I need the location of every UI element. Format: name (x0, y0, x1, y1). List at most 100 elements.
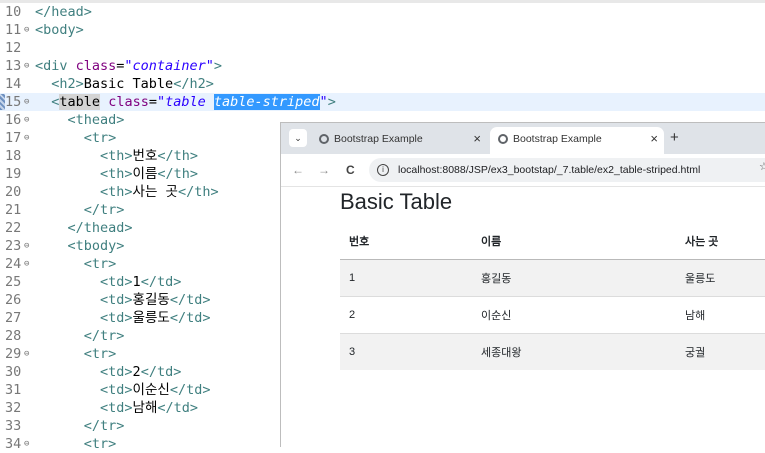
line-number: 26 (5, 292, 22, 308)
striped-table: 번호 이름 사는 곳 1 홍길동 울릉도 2 이순신 남해 3 세종대왕 궁궐 (340, 223, 765, 370)
code-text: <tbody> (35, 237, 125, 255)
code-token: <th> (100, 184, 133, 200)
tab-search-button[interactable]: ⌄ (289, 129, 307, 147)
line-number: 22 (5, 220, 22, 236)
column-header: 이름 (472, 223, 676, 260)
code-token: > (327, 94, 336, 110)
tab-title: Bootstrap Example (513, 133, 602, 145)
tab-bootstrap-example-2[interactable]: Bootstrap Example × (490, 127, 664, 154)
code-token: </th> (177, 184, 219, 200)
code-token: <td> (100, 292, 133, 308)
code-line[interactable]: 14 <h2>Basic Table</h2> (0, 75, 765, 93)
fold-toggle-icon[interactable]: ⊖ (24, 21, 29, 39)
code-token: </head> (35, 4, 92, 20)
code-text: <tr> (35, 345, 117, 363)
table-cell: 2 (340, 296, 472, 334)
table-cell: 이순신 (472, 296, 676, 334)
code-token: = (148, 94, 157, 110)
code-text: <td>홍길동</td> (35, 291, 210, 309)
code-token: " (319, 94, 328, 110)
code-token: <td> (100, 310, 133, 326)
code-token: "container" (124, 58, 214, 74)
tab-title: Bootstrap Example (334, 133, 423, 145)
code-text: <td>2</td> (35, 363, 181, 381)
line-number: 31 (5, 382, 22, 398)
code-token: <th> (100, 166, 133, 182)
fold-toggle-icon[interactable]: ⊖ (24, 111, 29, 129)
code-token: table-striped (213, 94, 320, 110)
code-token: class (75, 58, 117, 74)
code-text: <td>이순신</td> (35, 381, 210, 399)
table-row: 1 홍길동 울릉도 (340, 259, 765, 297)
code-token: 이름 (132, 166, 158, 182)
close-tab-button[interactable]: × (473, 131, 481, 146)
code-token: <thead> (67, 112, 125, 128)
fold-toggle-icon[interactable]: ⊖ (24, 57, 29, 75)
code-text: <tr> (35, 435, 117, 453)
code-text: <thead> (35, 111, 125, 129)
tab-bootstrap-example-1[interactable]: Bootstrap Example × (311, 127, 487, 154)
code-token: 1 (132, 274, 141, 290)
code-line[interactable]: 11 ⊖ <body> (0, 21, 765, 39)
code-line[interactable]: 10 </head> (0, 3, 765, 21)
code-token: > (213, 58, 222, 74)
table-cell: 울릉도 (676, 259, 765, 297)
column-header: 사는 곳 (676, 223, 765, 260)
code-text: </head> (35, 3, 92, 21)
code-line[interactable]: 13 ⊖ <div class="container"> (0, 57, 765, 75)
code-token: <tr> (83, 256, 117, 272)
fold-toggle-icon[interactable]: ⊖ (24, 93, 29, 111)
close-tab-button[interactable]: × (650, 131, 658, 146)
code-text: <td>1</td> (35, 273, 181, 291)
code-text: <tr> (35, 129, 117, 147)
table-row: 3 세종대왕 궁궐 (340, 333, 765, 370)
code-line[interactable]: 12 (0, 39, 765, 57)
line-number: 25 (5, 274, 22, 290)
fold-toggle-icon[interactable]: ⊖ (24, 435, 29, 453)
code-token: 홍길동 (132, 292, 170, 308)
code-text: </thead> (35, 219, 133, 237)
fold-toggle-icon[interactable]: ⊖ (24, 237, 29, 255)
line-number: 14 (5, 76, 22, 92)
line-number: 30 (5, 364, 22, 380)
line-number: 33 (5, 418, 22, 434)
fold-toggle-icon[interactable]: ⊖ (24, 345, 29, 363)
code-token: <td> (100, 382, 133, 398)
line-number: 32 (5, 400, 22, 416)
code-token: 남해 (132, 400, 158, 416)
code-token: </th> (157, 166, 199, 182)
line-number: 12 (5, 40, 22, 56)
line-number: 20 (5, 184, 22, 200)
back-button[interactable]: ← (292, 162, 304, 178)
code-token: Basic Table (83, 76, 174, 92)
table-row: 2 이순신 남해 (340, 296, 765, 334)
reload-button[interactable]: C (346, 162, 355, 178)
address-bar[interactable]: i localhost:8088/JSP/ex3_bootstap/_7.tab… (369, 158, 765, 182)
bookmark-star-icon[interactable]: ☆ (759, 160, 765, 173)
table-header-row: 번호 이름 사는 곳 (340, 223, 765, 260)
line-number: 19 (5, 166, 22, 182)
table-cell: 홍길동 (472, 259, 676, 297)
code-line[interactable]: 15 ⊖ <table class="table table-striped"> (0, 93, 765, 111)
fold-toggle-icon[interactable]: ⊖ (24, 129, 29, 147)
new-tab-button[interactable]: + (670, 129, 679, 147)
info-icon[interactable]: i (377, 164, 389, 176)
code-text: </tr> (35, 327, 125, 345)
url-text[interactable]: localhost:8088/JSP/ex3_bootstap/_7.table… (398, 163, 700, 177)
forward-button[interactable]: → (318, 162, 330, 178)
fold-toggle-icon[interactable]: ⊖ (24, 255, 29, 273)
code-token: </tr> (83, 418, 125, 434)
table-cell: 1 (340, 259, 472, 297)
code-token: <th> (100, 148, 133, 164)
code-token: </td> (169, 382, 211, 398)
code-token: </td> (140, 364, 182, 380)
